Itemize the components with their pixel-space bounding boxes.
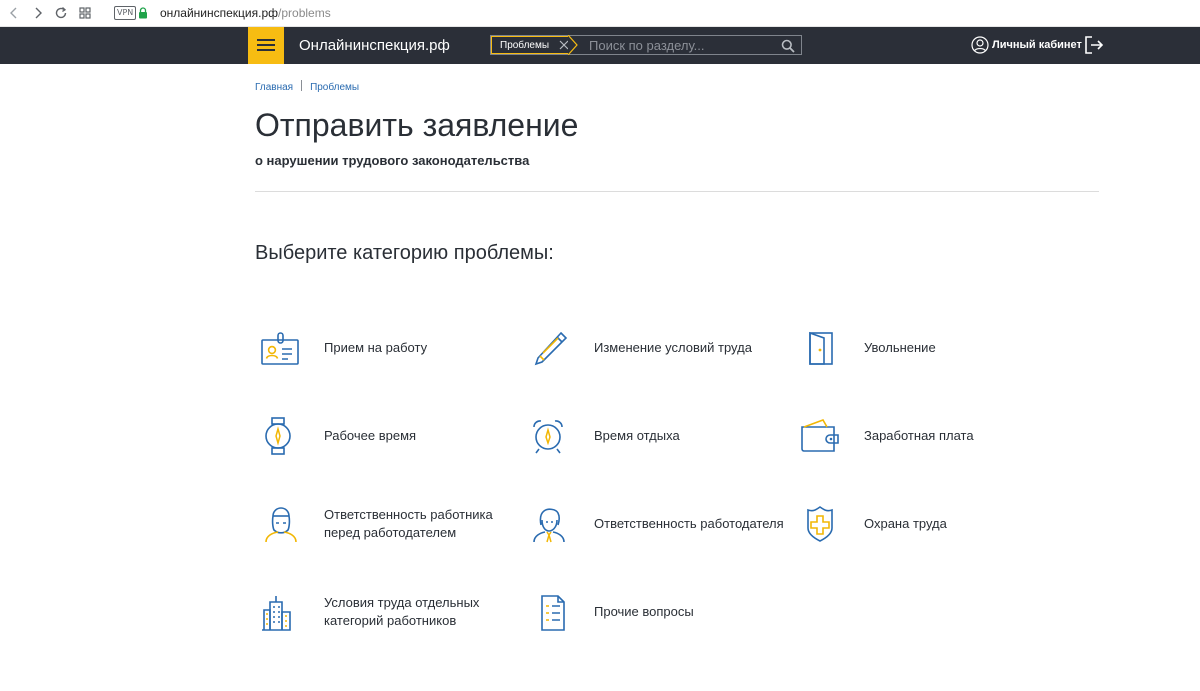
category-working-hours[interactable]: Рабочее время [258,411,508,461]
chip-arrow-icon [568,35,578,55]
category-dismissal[interactable]: Увольнение [798,323,1048,373]
browser-bar: VPN онлайнинспекция.рф/problems [0,0,1200,27]
personal-cabinet-label: Личный кабинет [992,39,1082,51]
breadcrumb-current-link[interactable]: Проблемы [310,82,359,93]
category-salary[interactable]: Заработная плата [798,411,1048,461]
search-input[interactable] [589,37,769,53]
category-label: Заработная плата [864,428,974,443]
menu-button[interactable] [248,27,284,64]
category-hiring[interactable]: Прием на работу [258,323,508,373]
wallet-icon [798,418,839,454]
search-icon[interactable] [781,39,795,53]
category-other-questions[interactable]: Прочие вопросы [528,587,778,637]
category-work-conditions-change[interactable]: Изменение условий труда [528,323,778,373]
category-special-worker-conditions[interactable]: Условия труда отдельных категорий работн… [258,587,508,637]
logout-icon[interactable] [1084,36,1104,54]
category-label: Охрана труда [864,516,947,531]
url-path: /problems [278,6,331,20]
category-label: Прочие вопросы [594,604,694,619]
category-label: Ответственность работодателя [594,516,784,531]
category-employer-liability[interactable]: Ответственность работодателя [528,499,784,549]
search-box: Проблемы [490,35,802,55]
search-scope-label: Проблемы [500,40,550,51]
breadcrumb-separator [301,80,303,91]
category-label: Изменение условий труда [594,340,752,355]
id-badge-icon [258,330,299,366]
reload-icon[interactable] [53,5,69,21]
back-arrow-icon[interactable] [6,5,22,21]
category-label: Рабочее время [324,428,417,443]
breadcrumb: Главная Проблемы [255,80,359,94]
category-rest-time[interactable]: Время отдыха [528,411,778,461]
alarm-clock-icon [528,418,568,454]
hamburger-icon-bar [257,49,275,51]
tabs-grid-icon[interactable] [77,5,93,21]
breadcrumb-home-link[interactable]: Главная [255,82,293,93]
category-labor-protection[interactable]: Охрана труда [798,499,1048,549]
site-header: Онлайнинспекция.рф Проблемы Личный кабин… [0,27,1200,64]
hamburger-icon-bar [257,44,275,46]
forward-arrow-icon[interactable] [30,5,46,21]
lock-icon [138,6,148,19]
category-label: Ответственность работника перед работода… [324,507,493,540]
url-host: онлайнинспекция.рф [160,6,279,20]
page-title: Отправить заявление [255,107,579,143]
hamburger-icon-bar [257,39,275,41]
employer-icon [528,506,568,543]
category-label: Время отдыха [594,428,680,443]
category-label: Условия труда отдельных категорий работн… [324,595,480,628]
door-icon [798,330,838,366]
category-label: Прием на работу [324,340,428,355]
vpn-badge[interactable]: VPN [114,6,137,20]
search-scope-chip[interactable]: Проблемы [491,36,569,54]
divider [255,191,1099,192]
category-employee-liability[interactable]: Ответственность работника перед работода… [258,499,508,549]
user-circle-icon [971,36,989,54]
shield-cross-icon [798,506,838,542]
wristwatch-icon [258,417,298,455]
document-list-icon [528,594,568,631]
buildings-icon [258,594,298,631]
worker-icon [258,506,298,543]
category-label: Увольнение [864,340,936,355]
page-subtitle: о нарушении трудового законодательства [255,153,530,168]
pen-icon [528,330,568,366]
section-title: Выберите категорию проблемы: [255,242,554,264]
site-logo[interactable]: Онлайнинспекция.рф [299,37,450,55]
address-bar[interactable]: онлайнинспекция.рф/problems [160,6,331,20]
